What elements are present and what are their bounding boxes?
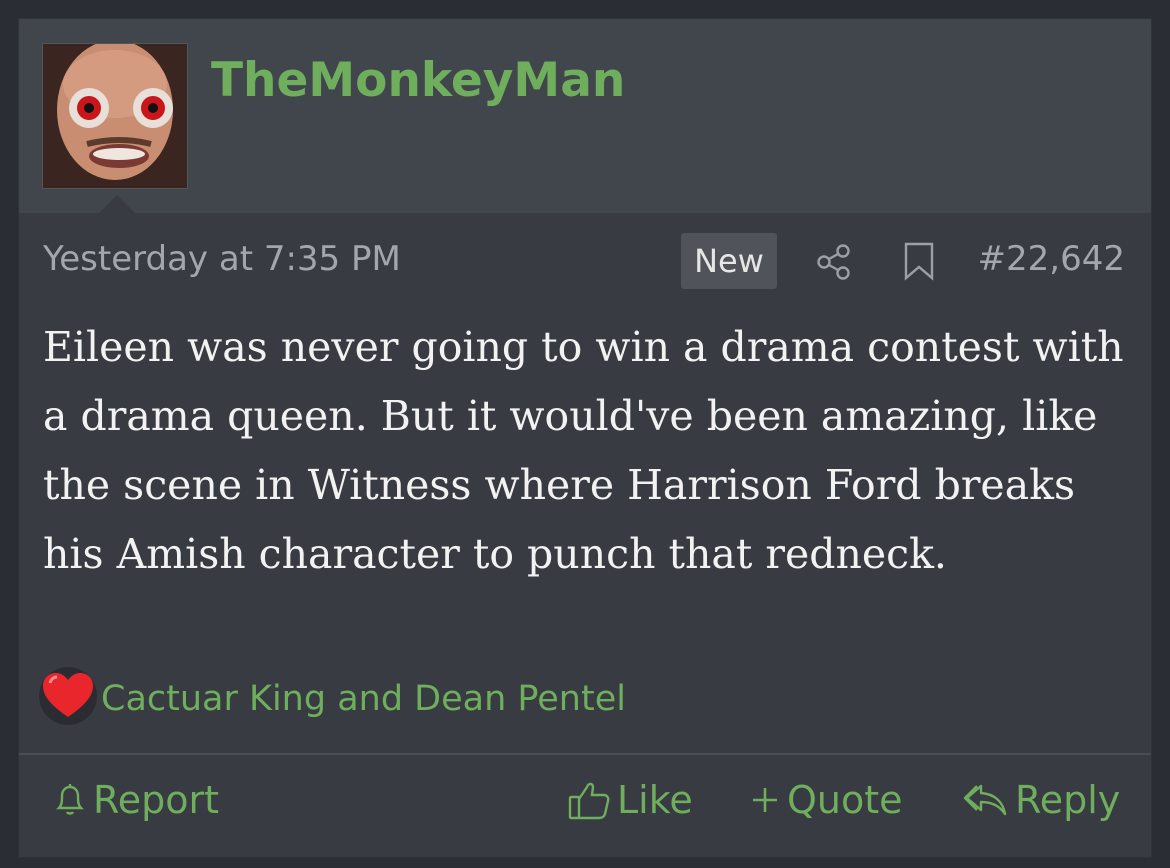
report-button[interactable]: Report: [53, 775, 219, 825]
share-icon[interactable]: [815, 243, 853, 281]
thumbs-up-icon: [568, 782, 610, 820]
like-button[interactable]: Like: [567, 775, 693, 825]
post-body: Eileen was never going to win a drama co…: [43, 323, 1124, 578]
quote-button[interactable]: Quote: [749, 775, 903, 825]
post-number[interactable]: #22,642: [978, 239, 1125, 279]
username[interactable]: TheMonkeyMan: [211, 53, 625, 108]
reply-button[interactable]: Reply: [963, 775, 1120, 825]
footer-divider: [19, 753, 1151, 755]
quote-label: Quote: [787, 778, 903, 822]
post-card: TheMonkeyMan Yesterday at 7:35 PM New #2…: [18, 18, 1152, 858]
avatar[interactable]: [42, 43, 188, 189]
reply-label: Reply: [1015, 778, 1121, 822]
post-timestamp[interactable]: Yesterday at 7:35 PM: [43, 239, 401, 279]
report-label: Report: [93, 778, 219, 822]
heart-icon[interactable]: [39, 667, 97, 725]
bookmark-icon[interactable]: [902, 241, 936, 281]
bell-icon: [56, 784, 84, 815]
post-header: TheMonkeyMan: [19, 19, 1151, 213]
reply-arrow-icon: [963, 784, 1007, 816]
like-label: Like: [617, 778, 693, 822]
plus-icon: [753, 788, 777, 812]
reaction-users-link[interactable]: Cactuar King and Dean Pentel: [101, 679, 626, 719]
new-badge: New: [681, 233, 777, 289]
avatar-pointer: [99, 195, 135, 213]
